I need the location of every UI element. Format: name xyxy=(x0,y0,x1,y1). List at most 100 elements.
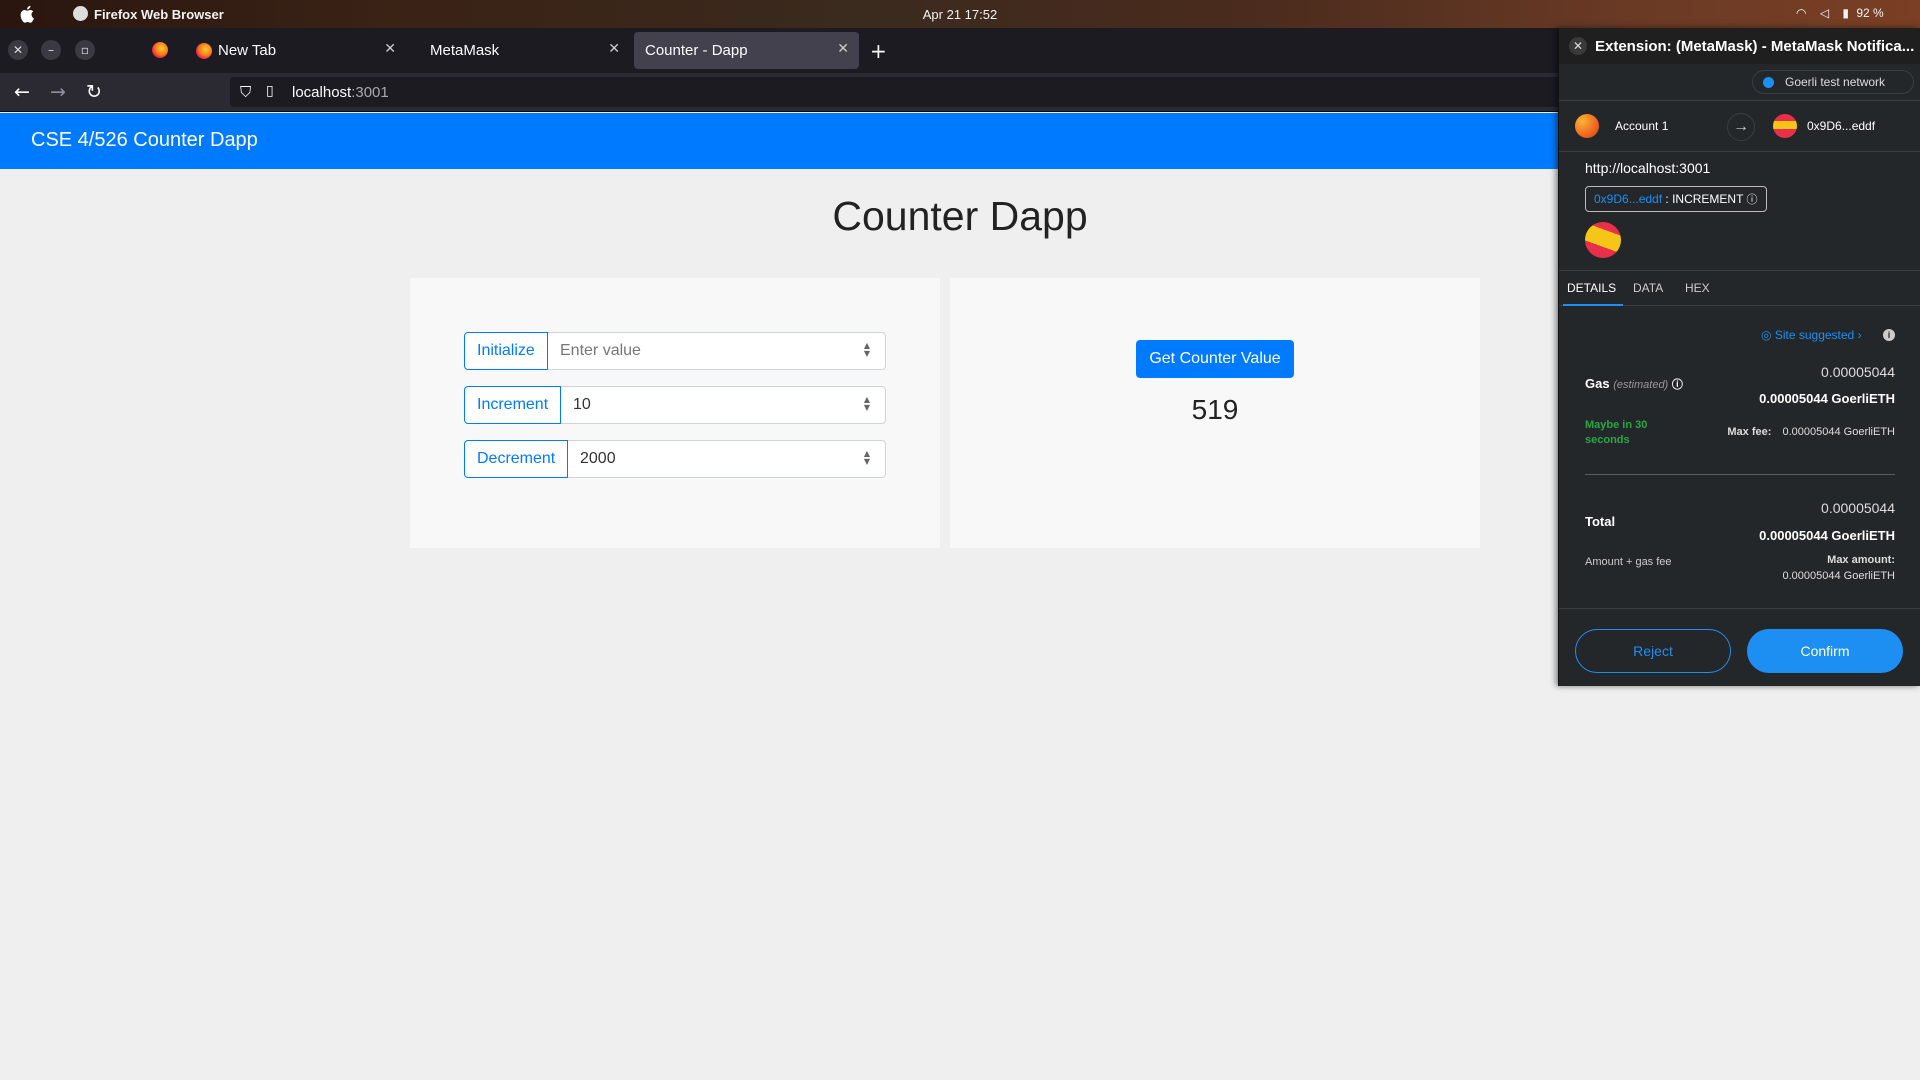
controls-card: Initialize Enter value ▲ ▼ Increment 10 ▲… xyxy=(410,278,940,548)
battery-icon: ▮ xyxy=(1842,6,1850,20)
initialize-group: Initialize Enter value ▲ ▼ xyxy=(464,332,886,370)
reject-button[interactable]: Reject xyxy=(1575,629,1731,673)
window-title: Extension: (MetaMask) - MetaMask Notific… xyxy=(1595,38,1915,55)
window-minimize-button[interactable]: – xyxy=(41,40,61,60)
tab-label: New Tab xyxy=(218,42,277,59)
initialize-button[interactable]: Initialize xyxy=(464,332,548,370)
stepper-icon[interactable]: ▲ ▼ xyxy=(860,342,874,360)
reload-icon[interactable]: ↻ xyxy=(86,81,102,103)
decrement-input[interactable]: 2000 xyxy=(568,440,886,478)
info-icon[interactable]: ⓘ xyxy=(1747,194,1758,206)
tab-metamask[interactable]: MetaMask ✕ xyxy=(410,32,630,69)
from-avatar xyxy=(1575,114,1599,138)
url-host: localhost xyxy=(292,84,352,101)
stepper-icon[interactable]: ▲ ▼ xyxy=(860,396,874,414)
tab-counter-dapp[interactable]: Counter - Dapp ✕ xyxy=(634,32,859,69)
tab-label: MetaMask xyxy=(430,42,500,59)
window-restore-button[interactable]: ▫ xyxy=(75,40,95,60)
network-selector[interactable]: Goerli test network xyxy=(1752,70,1914,94)
wifi-icon: ◠ xyxy=(1796,6,1807,20)
gas-estimated-text: (estimated) xyxy=(1613,379,1669,391)
from-account-name[interactable]: Account 1 xyxy=(1615,119,1668,133)
globe-icon: ◎ xyxy=(1761,328,1772,342)
max-amount-label: Max amount: xyxy=(1827,554,1895,566)
firefox-icon xyxy=(196,43,212,59)
get-counter-button[interactable]: Get Counter Value xyxy=(1136,340,1294,378)
total-value-eth: 0.00005044 GoerliETH xyxy=(1759,528,1895,543)
site-suggested-text: Site suggested xyxy=(1774,328,1855,342)
url-bar[interactable]: ⛉ ▯ localhost:3001 xyxy=(230,77,1560,107)
gas-value: 0.00005044 xyxy=(1821,364,1895,380)
total-value: 0.00005044 xyxy=(1821,500,1895,516)
chevron-right-icon: › xyxy=(1857,328,1862,342)
network-dot-icon xyxy=(1763,77,1774,88)
increment-button[interactable]: Increment xyxy=(464,386,562,424)
tab-data[interactable]: DATA xyxy=(1633,281,1663,295)
forward-arrow-icon[interactable]: → xyxy=(50,81,66,103)
stepper-icon[interactable]: ▲ ▼ xyxy=(860,450,874,468)
account-row: Account 1 → 0x9D6...eddf xyxy=(1559,100,1920,152)
confirm-button[interactable]: Confirm xyxy=(1747,629,1903,673)
max-fee-value: 0.00005044 GoerliETH xyxy=(1782,426,1895,438)
brand-title[interactable]: CSE 4/526 Counter Dapp xyxy=(31,129,258,152)
total-label: Total xyxy=(1585,514,1616,529)
max-amount-value: 0.00005044 GoerliETH xyxy=(1782,570,1895,582)
counter-value: 519 xyxy=(1191,394,1239,425)
nav-bar: ← → ↻ ⛉ ▯ localhost:3001 xyxy=(0,73,1560,112)
tab-hex[interactable]: HEX xyxy=(1685,281,1710,295)
initialize-input[interactable]: Enter value xyxy=(548,332,886,370)
to-address[interactable]: 0x9D6...eddf xyxy=(1807,119,1875,133)
method-address[interactable]: 0x9D6...eddf xyxy=(1594,192,1662,206)
tab-strip: ✕ – ▫ New Tab ✕ MetaMask ✕ Counter - Dap… xyxy=(0,28,1560,73)
metamask-window: ✕ Extension: (MetaMask) - MetaMask Notif… xyxy=(1558,28,1920,686)
gas-label: Gas (estimated) ⓘ xyxy=(1585,376,1683,392)
clock[interactable]: Apr 21 17:52 xyxy=(0,7,1920,22)
decrement-button[interactable]: Decrement xyxy=(464,440,569,478)
metamask-footer: Reject Confirm xyxy=(1559,608,1920,686)
shield-icon[interactable]: ⛉ xyxy=(240,83,251,101)
total-subtext: Amount + gas fee xyxy=(1585,556,1672,568)
arrow-right-icon: → xyxy=(1727,113,1755,141)
tab-new-tab[interactable]: New Tab ✕ xyxy=(186,32,406,69)
page-icon[interactable]: ▯ xyxy=(266,83,274,99)
method-separator: : xyxy=(1662,192,1673,206)
details-tabs: DETAILS DATA HEX xyxy=(1559,270,1920,306)
volume-icon: ◁ xyxy=(1819,6,1830,20)
network-name: Goerli test network xyxy=(1785,75,1886,89)
close-icon[interactable]: ✕ xyxy=(384,40,396,57)
system-top-bar: Firefox Web Browser Apr 21 17:52 ◠ ◁ ▮ 9… xyxy=(0,0,1920,28)
method-name: INCREMENT xyxy=(1672,192,1744,206)
system-tray[interactable]: ◠ ◁ ▮ 92 % xyxy=(1796,6,1884,20)
window-close-button[interactable]: ✕ xyxy=(8,40,28,60)
new-tab-button[interactable]: + xyxy=(870,39,887,63)
info-icon[interactable]: ⓘ xyxy=(1672,379,1683,391)
gas-time-estimate: Maybe in 30 seconds xyxy=(1585,419,1648,446)
close-icon[interactable]: ✕ xyxy=(1569,37,1587,55)
url-port: :3001 xyxy=(351,84,389,101)
divider xyxy=(1585,474,1895,475)
increment-group: Increment 10 ▲ ▼ xyxy=(464,386,886,424)
site-suggested-link[interactable]: ◎ Site suggested › xyxy=(1761,328,1901,342)
url-text[interactable]: localhost:3001 xyxy=(292,84,389,101)
counter-card: Get Counter Value 519 xyxy=(950,278,1480,548)
increment-input[interactable]: 10 xyxy=(561,386,886,424)
origin-url: http://localhost:3001 xyxy=(1585,160,1711,176)
battery-percent: 92 % xyxy=(1856,6,1884,20)
gas-value-eth: 0.00005044 GoerliETH xyxy=(1759,391,1895,406)
metamask-titlebar: ✕ Extension: (MetaMask) - MetaMask Notif… xyxy=(1559,28,1920,64)
gas-label-text: Gas xyxy=(1585,376,1610,391)
firefox-view-icon[interactable] xyxy=(152,42,168,58)
tab-label: Counter - Dapp xyxy=(645,42,748,59)
decrement-group: Decrement 2000 ▲ ▼ xyxy=(464,440,886,478)
max-fee-label: Max fee: xyxy=(1727,426,1772,438)
close-icon[interactable]: ✕ xyxy=(837,40,849,57)
tab-details[interactable]: DETAILS xyxy=(1567,281,1616,295)
method-badge: 0x9D6...eddf : INCREMENT ⓘ xyxy=(1585,186,1767,212)
dapp-navbar: CSE 4/526 Counter Dapp xyxy=(0,113,1560,169)
info-icon[interactable]: i xyxy=(1883,329,1895,341)
max-fee: Max fee: 0.00005044 GoerliETH xyxy=(1689,426,1895,438)
contract-avatar xyxy=(1585,222,1621,258)
close-icon[interactable]: ✕ xyxy=(608,40,620,57)
active-tab-indicator xyxy=(1563,304,1623,306)
back-arrow-icon[interactable]: ← xyxy=(14,81,30,103)
